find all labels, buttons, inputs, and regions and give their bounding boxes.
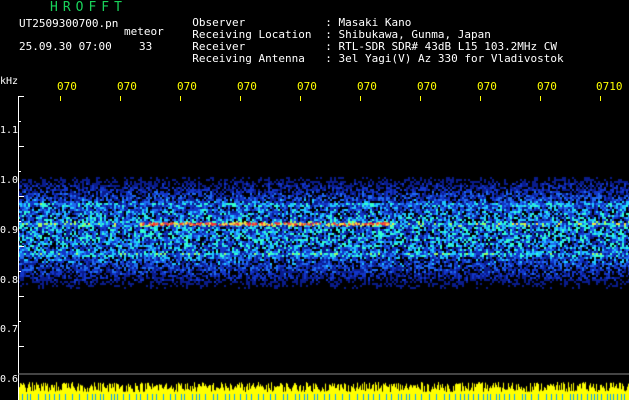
filename-label: UT2509300700.pn — [19, 17, 119, 30]
info-value: 3el Yagi(V) Az 330 for Vladivostok — [338, 52, 564, 65]
info-key: Receiving Antenna — [192, 52, 305, 65]
y-tick: 1.0 — [0, 175, 19, 186]
y-tick: 1.1 — [0, 125, 19, 136]
x-tick: 070 — [57, 80, 77, 93]
y-tick: 0.8 — [0, 275, 19, 286]
x-tick: 070 — [417, 80, 437, 93]
x-tick: 070 — [177, 80, 197, 93]
meteor-label: meteor — [124, 25, 164, 38]
info-sep: : — [325, 52, 332, 65]
app-title: HROFFT — [50, 0, 127, 15]
x-tick: 070 — [117, 80, 137, 93]
date-time-label: 25.09.30 07:00 — [19, 40, 112, 53]
meteor-count: 33 — [139, 40, 153, 53]
y-tick: 0.9 — [0, 225, 19, 236]
x-tick: 070 — [237, 80, 257, 93]
x-tick: 070 — [297, 80, 317, 93]
x-tick: 070 — [537, 80, 557, 93]
y-axis-unit-label: kHz — [0, 76, 19, 87]
y-tick: 0.6 — [0, 374, 19, 385]
plot-overlay — [18, 96, 629, 400]
x-tick: 070 — [357, 80, 377, 93]
spectrogram-plot — [18, 96, 629, 400]
y-tick: 0.7 — [0, 324, 19, 335]
x-tick: 0710 — [596, 80, 623, 93]
x-tick: 070 — [477, 80, 497, 93]
info-antenna: Receiving Antenna: 3el Yagi(V) Az 330 fo… — [179, 42, 564, 65]
